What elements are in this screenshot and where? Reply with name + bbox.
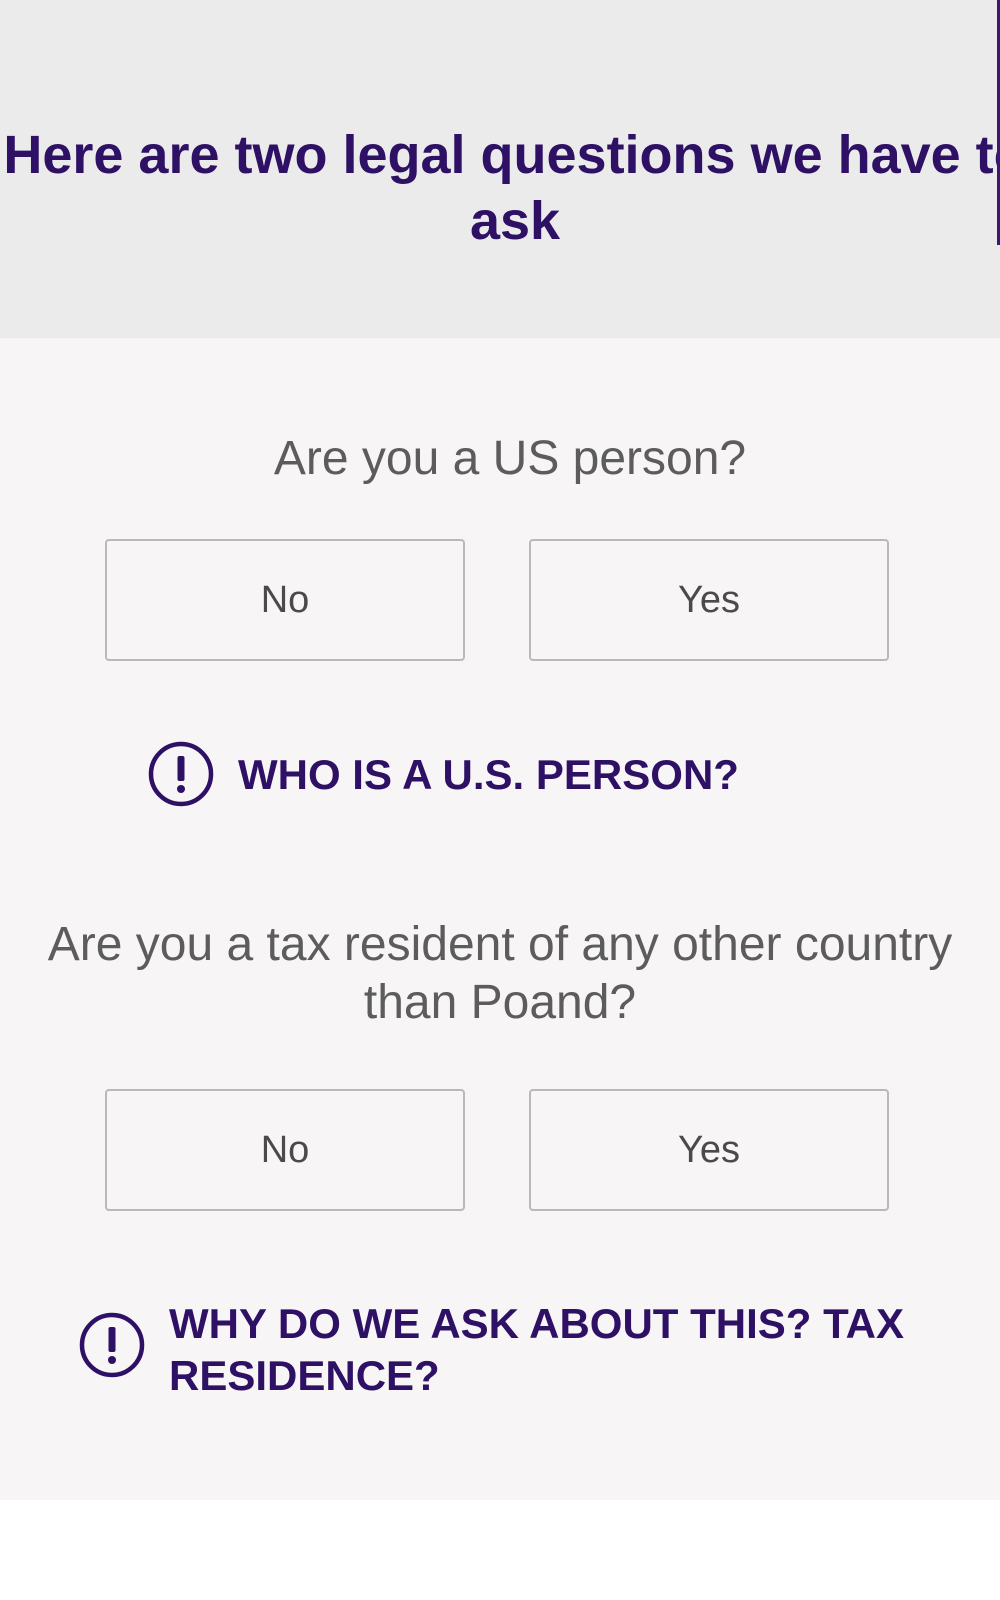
info-link-label: WHY DO WE ASK ABOUT THIS? TAX RESIDENCE?: [169, 1300, 904, 1399]
tax-residence-no-button[interactable]: No: [105, 1089, 465, 1211]
legal-questions-page: Here are two legal questions we have to …: [0, 0, 1000, 1600]
who-is-us-person-link[interactable]: WHO IS A U.S. PERSON?: [148, 741, 739, 807]
page-title: Here are two legal questions we have to …: [3, 125, 1000, 251]
tax-residence-yes-button[interactable]: Yes: [529, 1089, 889, 1211]
us-person-no-button[interactable]: No: [105, 539, 465, 661]
page-header: Here are two legal questions we have to …: [0, 0, 1000, 338]
button-label: Yes: [678, 578, 740, 621]
us-person-yes-button[interactable]: Yes: [529, 539, 889, 661]
info-link-label: WHO IS A U.S. PERSON?: [238, 751, 739, 798]
button-label: Yes: [678, 1128, 740, 1171]
exclamation-circle-icon: [79, 1312, 145, 1378]
button-label: No: [260, 1128, 310, 1171]
question-us-person: Are you a US person?: [273, 432, 747, 485]
exclamation-circle-icon: [148, 741, 214, 807]
why-ask-tax-residence-link[interactable]: WHY DO WE ASK ABOUT THIS? TAX RESIDENCE?: [79, 1300, 929, 1402]
question-tax-residence: Are you a tax resident of any other coun…: [47, 918, 953, 1029]
button-label: No: [260, 578, 310, 621]
